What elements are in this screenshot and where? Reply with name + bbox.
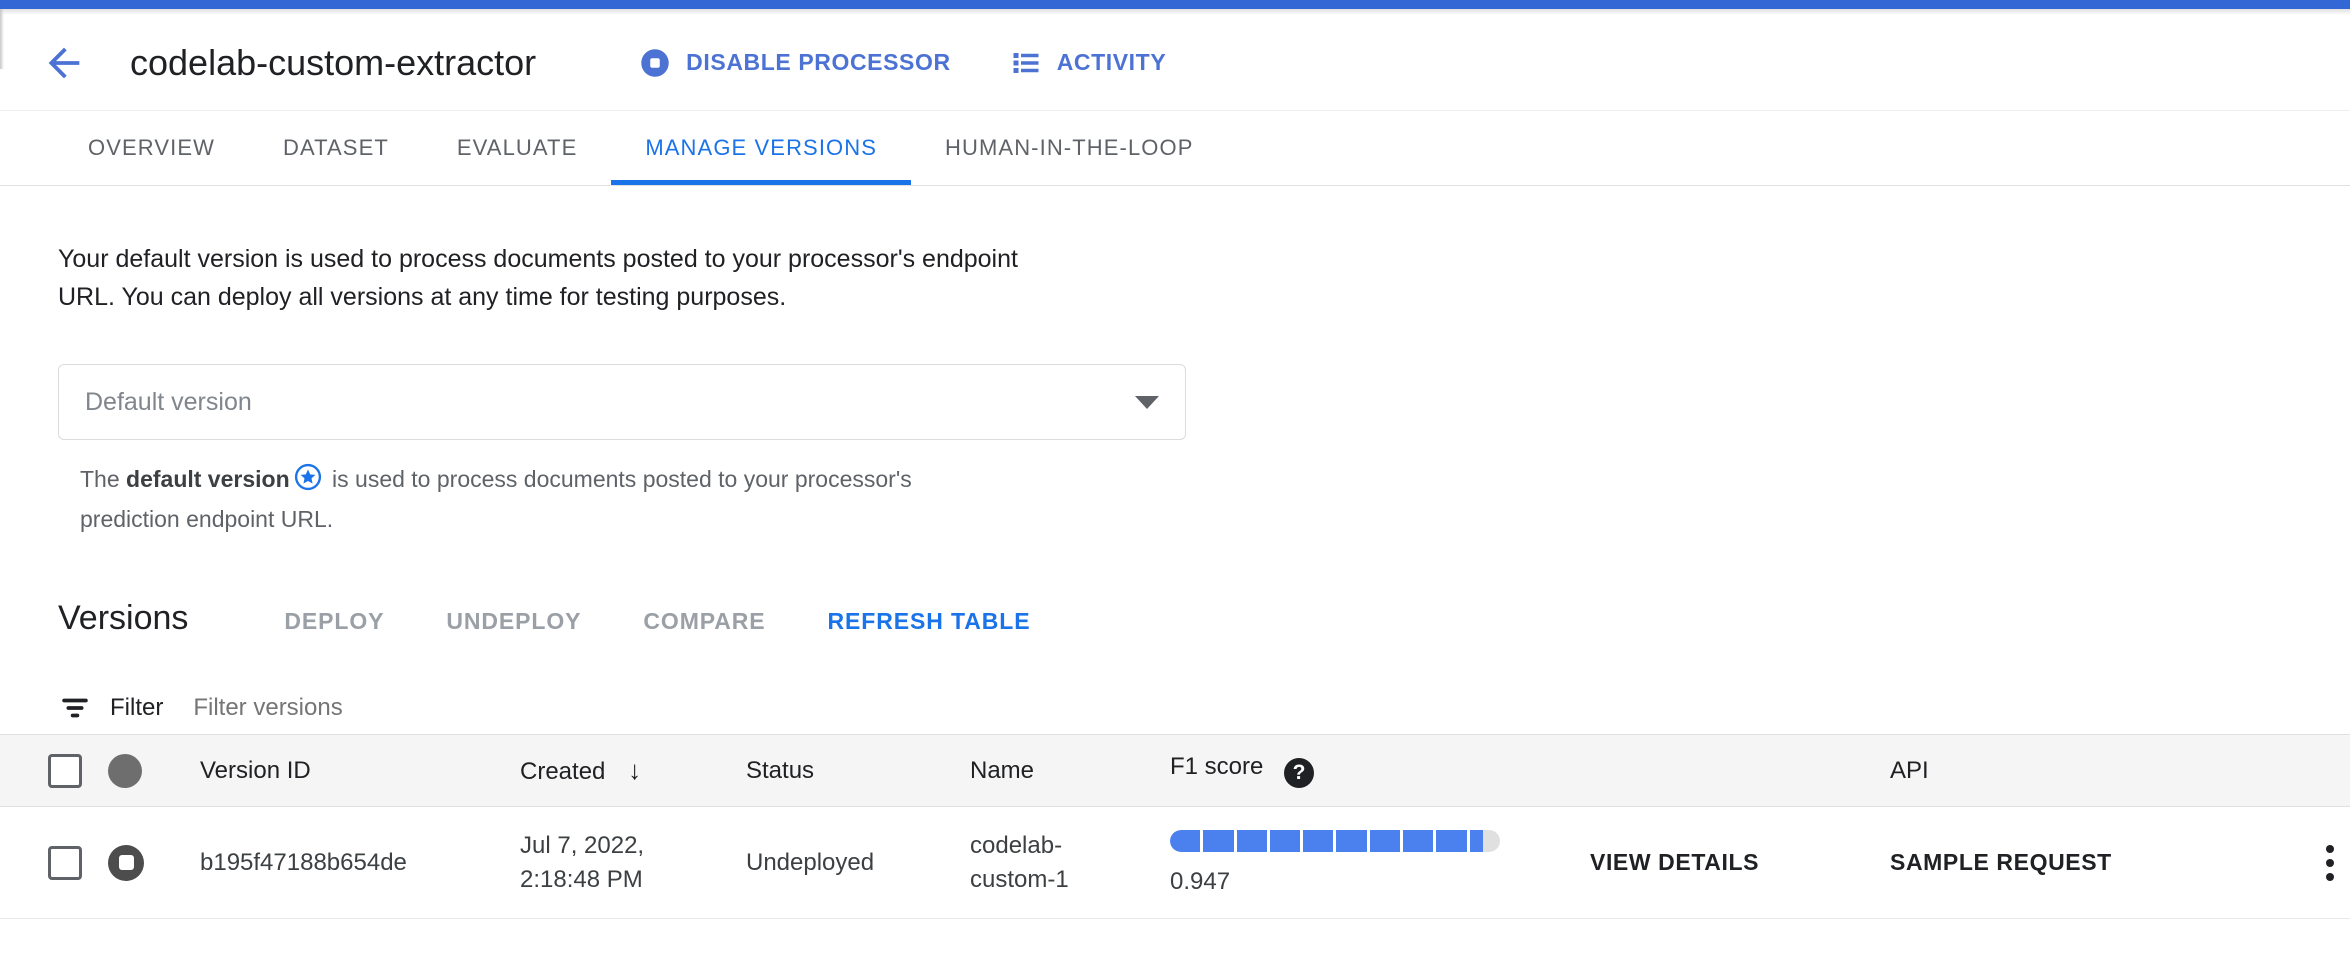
tab-manage-versions[interactable]: MANAGE VERSIONS bbox=[611, 111, 911, 185]
f1-score-bar bbox=[1170, 830, 1500, 852]
tab-evaluate[interactable]: EVALUATE bbox=[423, 111, 611, 185]
tab-human-in-the-loop-label: HUMAN-IN-THE-LOOP bbox=[945, 135, 1193, 161]
kebab-menu-icon[interactable] bbox=[2310, 845, 2350, 881]
back-button[interactable] bbox=[38, 37, 90, 89]
filter-row: Filter bbox=[0, 638, 2350, 734]
more-header bbox=[2310, 735, 2350, 807]
created-header[interactable]: Created ↓ bbox=[520, 735, 746, 807]
deploy-button[interactable]: DEPLOY bbox=[284, 608, 384, 635]
row-status: Undeployed bbox=[746, 807, 970, 919]
hint-prefix: The bbox=[80, 466, 126, 492]
undeploy-button[interactable]: UNDEPLOY bbox=[446, 608, 581, 635]
arrow-left-icon bbox=[41, 40, 87, 86]
row-details-cell: VIEW DETAILS bbox=[1590, 807, 1890, 919]
versions-heading: Versions bbox=[58, 599, 188, 638]
tab-manage-versions-label: MANAGE VERSIONS bbox=[645, 135, 877, 161]
row-checkbox[interactable] bbox=[48, 846, 82, 880]
page-title: codelab-custom-extractor bbox=[130, 42, 536, 84]
row-more-cell bbox=[2310, 807, 2350, 919]
name-header[interactable]: Name bbox=[970, 735, 1170, 807]
table-header-row: Version ID Created ↓ Status Name F1 scor… bbox=[0, 735, 2350, 807]
details-header bbox=[1590, 735, 1890, 807]
hint-bold: default version bbox=[126, 466, 290, 492]
main-content: Your default version is used to process … bbox=[0, 186, 2350, 966]
created-header-label: Created bbox=[520, 758, 605, 785]
default-version-select[interactable]: Default version bbox=[58, 364, 1186, 440]
row-created-time: 2:18:48 PM bbox=[520, 863, 746, 897]
f1-score-header-label: F1 score bbox=[1170, 753, 1263, 780]
row-state-cell bbox=[108, 807, 200, 919]
state-indicator-icon bbox=[108, 754, 142, 788]
arrow-down-icon: ↓ bbox=[628, 755, 641, 785]
tab-overview[interactable]: OVERVIEW bbox=[54, 111, 249, 185]
filter-label: Filter bbox=[110, 694, 163, 722]
left-edge-rail bbox=[0, 9, 4, 69]
hint-suffix: is used to process documents posted to y… bbox=[326, 466, 912, 492]
row-name: codelab- custom-1 bbox=[970, 807, 1170, 919]
row-created: Jul 7, 2022, 2:18:48 PM bbox=[520, 807, 746, 919]
intro-text: Your default version is used to process … bbox=[0, 186, 1180, 316]
tab-overview-label: OVERVIEW bbox=[88, 135, 215, 161]
versions-toolbar: Versions DEPLOY UNDEPLOY COMPARE REFRESH… bbox=[0, 537, 2350, 638]
row-created-date: Jul 7, 2022, bbox=[520, 829, 746, 863]
f1-score-value: 0.947 bbox=[1170, 868, 1590, 896]
page-header: codelab-custom-extractor DISABLE PROCESS… bbox=[0, 15, 2350, 110]
tab-bar: OVERVIEW DATASET EVALUATE MANAGE VERSION… bbox=[0, 110, 2350, 186]
state-header-cell bbox=[108, 735, 200, 807]
activity-button[interactable]: ACTIVITY bbox=[1011, 48, 1167, 78]
row-version-id: b195f47188b654de bbox=[200, 807, 520, 919]
stop-circle-icon bbox=[108, 845, 144, 881]
default-version-hint: The default version is used to process d… bbox=[80, 462, 1130, 537]
select-all-cell bbox=[0, 735, 108, 807]
default-version-select-value: Default version bbox=[85, 388, 1135, 417]
disable-processor-label: DISABLE PROCESSOR bbox=[686, 49, 951, 76]
header-actions: DISABLE PROCESSOR ACTIVITY bbox=[640, 48, 1166, 78]
list-icon bbox=[1011, 48, 1041, 78]
versions-table-body: b195f47188b654de Jul 7, 2022, 2:18:48 PM… bbox=[0, 807, 2350, 919]
version-id-header[interactable]: Version ID bbox=[200, 735, 520, 807]
disable-processor-button[interactable]: DISABLE PROCESSOR bbox=[640, 48, 951, 78]
intro-line-1: Your default version is used to process … bbox=[58, 240, 1180, 278]
view-details-button[interactable]: VIEW DETAILS bbox=[1590, 849, 1759, 875]
help-icon[interactable]: ? bbox=[1284, 758, 1314, 788]
intro-line-2: URL. You can deploy all versions at any … bbox=[58, 278, 1180, 316]
hint-line-2: prediction endpoint URL. bbox=[80, 502, 1130, 538]
table-row[interactable]: b195f47188b654de Jul 7, 2022, 2:18:48 PM… bbox=[0, 807, 2350, 919]
row-select-cell bbox=[0, 807, 108, 919]
tab-dataset[interactable]: DATASET bbox=[249, 111, 423, 185]
f1-score-bar-ticks bbox=[1170, 830, 1500, 852]
tab-human-in-the-loop[interactable]: HUMAN-IN-THE-LOOP bbox=[911, 111, 1227, 185]
tab-evaluate-label: EVALUATE bbox=[457, 135, 577, 161]
api-header: API bbox=[1890, 735, 2310, 807]
filter-icon[interactable] bbox=[58, 691, 92, 725]
status-header[interactable]: Status bbox=[746, 735, 970, 807]
versions-table-head: Version ID Created ↓ Status Name F1 scor… bbox=[0, 735, 2350, 807]
chevron-down-icon bbox=[1135, 396, 1159, 409]
f1-score-header[interactable]: F1 score ? bbox=[1170, 735, 1590, 807]
row-api-cell: SAMPLE REQUEST bbox=[1890, 807, 2310, 919]
stop-circle-icon bbox=[640, 48, 670, 78]
filter-input[interactable] bbox=[193, 694, 613, 722]
top-accent-bar bbox=[0, 0, 2350, 9]
tab-dataset-label: DATASET bbox=[283, 135, 389, 161]
sample-request-button[interactable]: SAMPLE REQUEST bbox=[1890, 849, 2112, 875]
select-all-checkbox[interactable] bbox=[48, 754, 82, 788]
refresh-table-button[interactable]: REFRESH TABLE bbox=[828, 608, 1031, 635]
row-name-line-2: custom-1 bbox=[970, 863, 1170, 897]
versions-table: Version ID Created ↓ Status Name F1 scor… bbox=[0, 734, 2350, 919]
compare-button[interactable]: COMPARE bbox=[643, 608, 765, 635]
row-name-line-1: codelab- bbox=[970, 829, 1170, 863]
star-circle-icon bbox=[294, 463, 322, 502]
activity-label: ACTIVITY bbox=[1057, 49, 1167, 76]
row-f1-score: 0.947 bbox=[1170, 807, 1590, 919]
